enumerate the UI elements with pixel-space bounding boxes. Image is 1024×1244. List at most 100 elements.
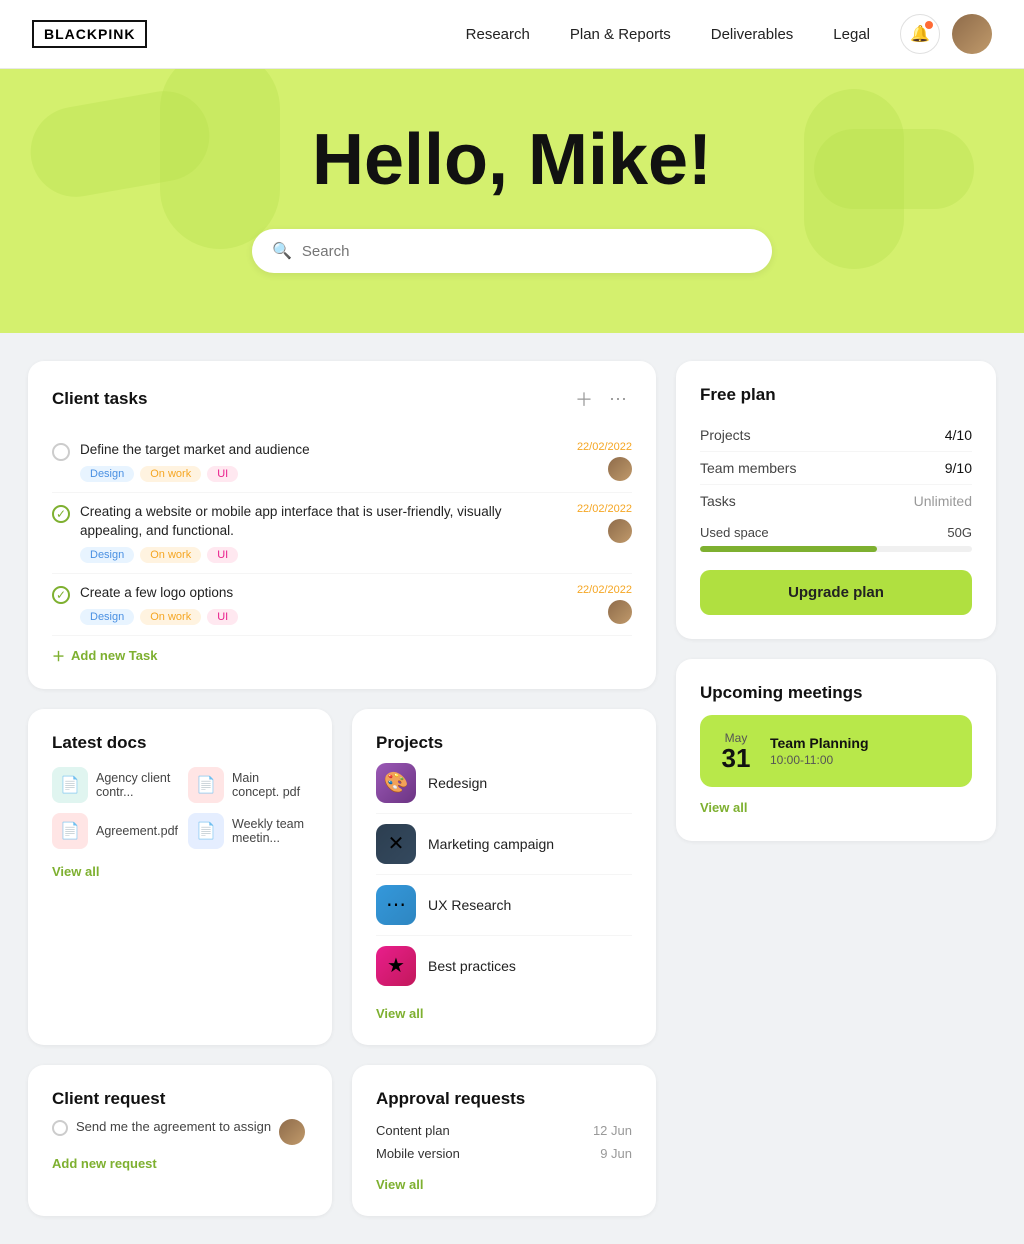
docs-view-all[interactable]: View all [52, 864, 99, 879]
plan-rows: Projects 4/10 Team members 9/10 Tasks Un… [700, 419, 972, 517]
add-request-button[interactable]: Add new request [52, 1156, 157, 1171]
notification-dot [925, 21, 933, 29]
upcoming-meetings-title: Upcoming meetings [700, 683, 862, 702]
cr-avatar [279, 1119, 305, 1145]
upgrade-plan-button[interactable]: Upgrade plan [700, 570, 972, 615]
client-tasks-header: Client tasks ＋ ⋯ [52, 385, 632, 413]
task-tags-3: Design On work UI [80, 609, 567, 625]
task-date-1: 22/02/2022 [577, 441, 632, 453]
doc-icon-red-2: 📄 [52, 813, 88, 849]
notifications-button[interactable]: 🔔 [900, 14, 940, 54]
task-checkbox-1[interactable] [52, 443, 70, 461]
right-column: Free plan Projects 4/10 Team members 9/1… [676, 361, 996, 1216]
client-request-task: Send me the agreement to assign [52, 1119, 308, 1145]
nav-plan-reports[interactable]: Plan & Reports [570, 26, 671, 43]
avatar-image [952, 14, 992, 54]
task-body-2: Creating a website or mobile app interfa… [80, 503, 567, 563]
project-icon-ux: ⋯ [376, 885, 416, 925]
progress-bar-fill [700, 546, 877, 552]
task-tags-1: Design On work UI [80, 466, 567, 482]
plan-label-projects: Projects [700, 427, 751, 443]
list-item[interactable]: ✕ Marketing campaign [376, 814, 632, 875]
upcoming-meetings-card: Upcoming meetings May 31 Team Planning 1… [676, 659, 996, 841]
user-avatar[interactable] [952, 14, 992, 54]
latest-docs-card: Latest docs 📄 Agency client contr... 📄 M… [28, 709, 332, 1045]
project-icon-redesign: 🎨 [376, 763, 416, 803]
meeting-item[interactable]: May 31 Team Planning 10:00-11:00 [700, 715, 972, 787]
tag-onwork: On work [140, 466, 201, 482]
add-task-icon[interactable]: ＋ [570, 385, 598, 413]
project-name-4: Best practices [428, 958, 516, 974]
projects-view-all[interactable]: View all [376, 1006, 632, 1021]
meetings-view-all[interactable]: View all [700, 800, 747, 815]
tag-onwork: On work [140, 547, 201, 563]
task-avatar-3 [608, 600, 632, 624]
client-tasks-card: Client tasks ＋ ⋯ Define the target marke… [28, 361, 656, 689]
list-item[interactable]: ⋯ UX Research [376, 875, 632, 936]
free-plan-card: Free plan Projects 4/10 Team members 9/1… [676, 361, 996, 639]
client-request-title: Client request [52, 1089, 165, 1108]
used-space-value: 50G [947, 525, 972, 540]
logo[interactable]: BLACKPINK [32, 20, 147, 48]
latest-docs-title: Latest docs [52, 733, 146, 752]
cr-task-text: Send me the agreement to assign [76, 1119, 271, 1134]
search-input[interactable] [302, 243, 752, 260]
cr-checkbox[interactable] [52, 1120, 68, 1136]
approval-name-1: Content plan [376, 1123, 450, 1138]
free-plan-title: Free plan [700, 385, 776, 404]
list-item[interactable]: 📄 Weekly team meetin... [188, 813, 308, 849]
used-space-section: Used space 50G [700, 525, 972, 552]
list-item[interactable]: 📄 Main concept. pdf [188, 767, 308, 803]
meeting-time: 10:00-11:00 [770, 753, 956, 767]
project-icon-best: ★ [376, 946, 416, 986]
approval-date-1: 12 Jun [593, 1123, 632, 1138]
table-row: Define the target market and audience De… [52, 431, 632, 493]
add-task-button[interactable]: ＋ Add new Task [52, 646, 632, 665]
task-avatar-2 [608, 519, 632, 543]
plan-value-tasks: Unlimited [914, 493, 972, 509]
task-text-3: Create a few logo options [80, 584, 567, 603]
projects-bottom-card: Projects 🎨 Redesign ✕ Marketing campaign… [352, 709, 656, 1045]
left-column: Client tasks ＋ ⋯ Define the target marke… [28, 361, 656, 1216]
plan-row-tasks: Tasks Unlimited [700, 485, 972, 517]
approval-requests-card: Approval requests Content plan 12 Jun Mo… [352, 1065, 656, 1216]
add-task-label: Add new Task [71, 648, 157, 663]
approval-list: Content plan 12 Jun Mobile version 9 Jun [376, 1119, 632, 1165]
hero-section: Hello, Mike! 🔍 [0, 69, 1024, 333]
doc-name-3: Agreement.pdf [96, 824, 178, 838]
list-item[interactable]: 🎨 Redesign [376, 753, 632, 814]
approval-view-all[interactable]: View all [376, 1177, 632, 1192]
doc-icon-teal: 📄 [52, 767, 88, 803]
nav-deliverables[interactable]: Deliverables [711, 26, 794, 43]
task-checkbox-3[interactable]: ✓ [52, 586, 70, 604]
plan-label-team: Team members [700, 460, 796, 476]
doc-name-2: Main concept. pdf [232, 771, 308, 799]
search-icon: 🔍 [272, 241, 292, 261]
bottom-cards-row: Client request Send me the agreement to … [28, 1065, 656, 1216]
list-item[interactable]: 📄 Agency client contr... [52, 767, 178, 803]
nav-research[interactable]: Research [466, 26, 530, 43]
tag-ui: UI [207, 547, 238, 563]
list-item[interactable]: ★ Best practices [376, 936, 632, 996]
meeting-title: Team Planning [770, 735, 956, 751]
nav-actions: 🔔 [900, 14, 992, 54]
plus-icon: ＋ [52, 646, 65, 665]
plan-label-tasks: Tasks [700, 493, 736, 509]
meeting-day: 31 [716, 745, 756, 771]
list-item[interactable]: 📄 Agreement.pdf [52, 813, 178, 849]
task-checkbox-2[interactable]: ✓ [52, 505, 70, 523]
tag-design: Design [80, 466, 134, 482]
plan-row-projects: Projects 4/10 [700, 419, 972, 452]
nav-legal[interactable]: Legal [833, 26, 870, 43]
more-options-icon[interactable]: ⋯ [604, 385, 632, 413]
project-icon-marketing: ✕ [376, 824, 416, 864]
search-bar[interactable]: 🔍 [252, 229, 772, 273]
list-item: Content plan 12 Jun [376, 1119, 632, 1142]
meeting-info: Team Planning 10:00-11:00 [770, 735, 956, 767]
hero-greeting: Hello, Mike! [32, 119, 992, 201]
projects-title: Projects [376, 733, 443, 752]
task-avatar-1 [608, 457, 632, 481]
project-name-2: Marketing campaign [428, 836, 554, 852]
table-row: ✓ Create a few logo options Design On wo… [52, 574, 632, 636]
task-meta-2: 22/02/2022 [577, 503, 632, 543]
